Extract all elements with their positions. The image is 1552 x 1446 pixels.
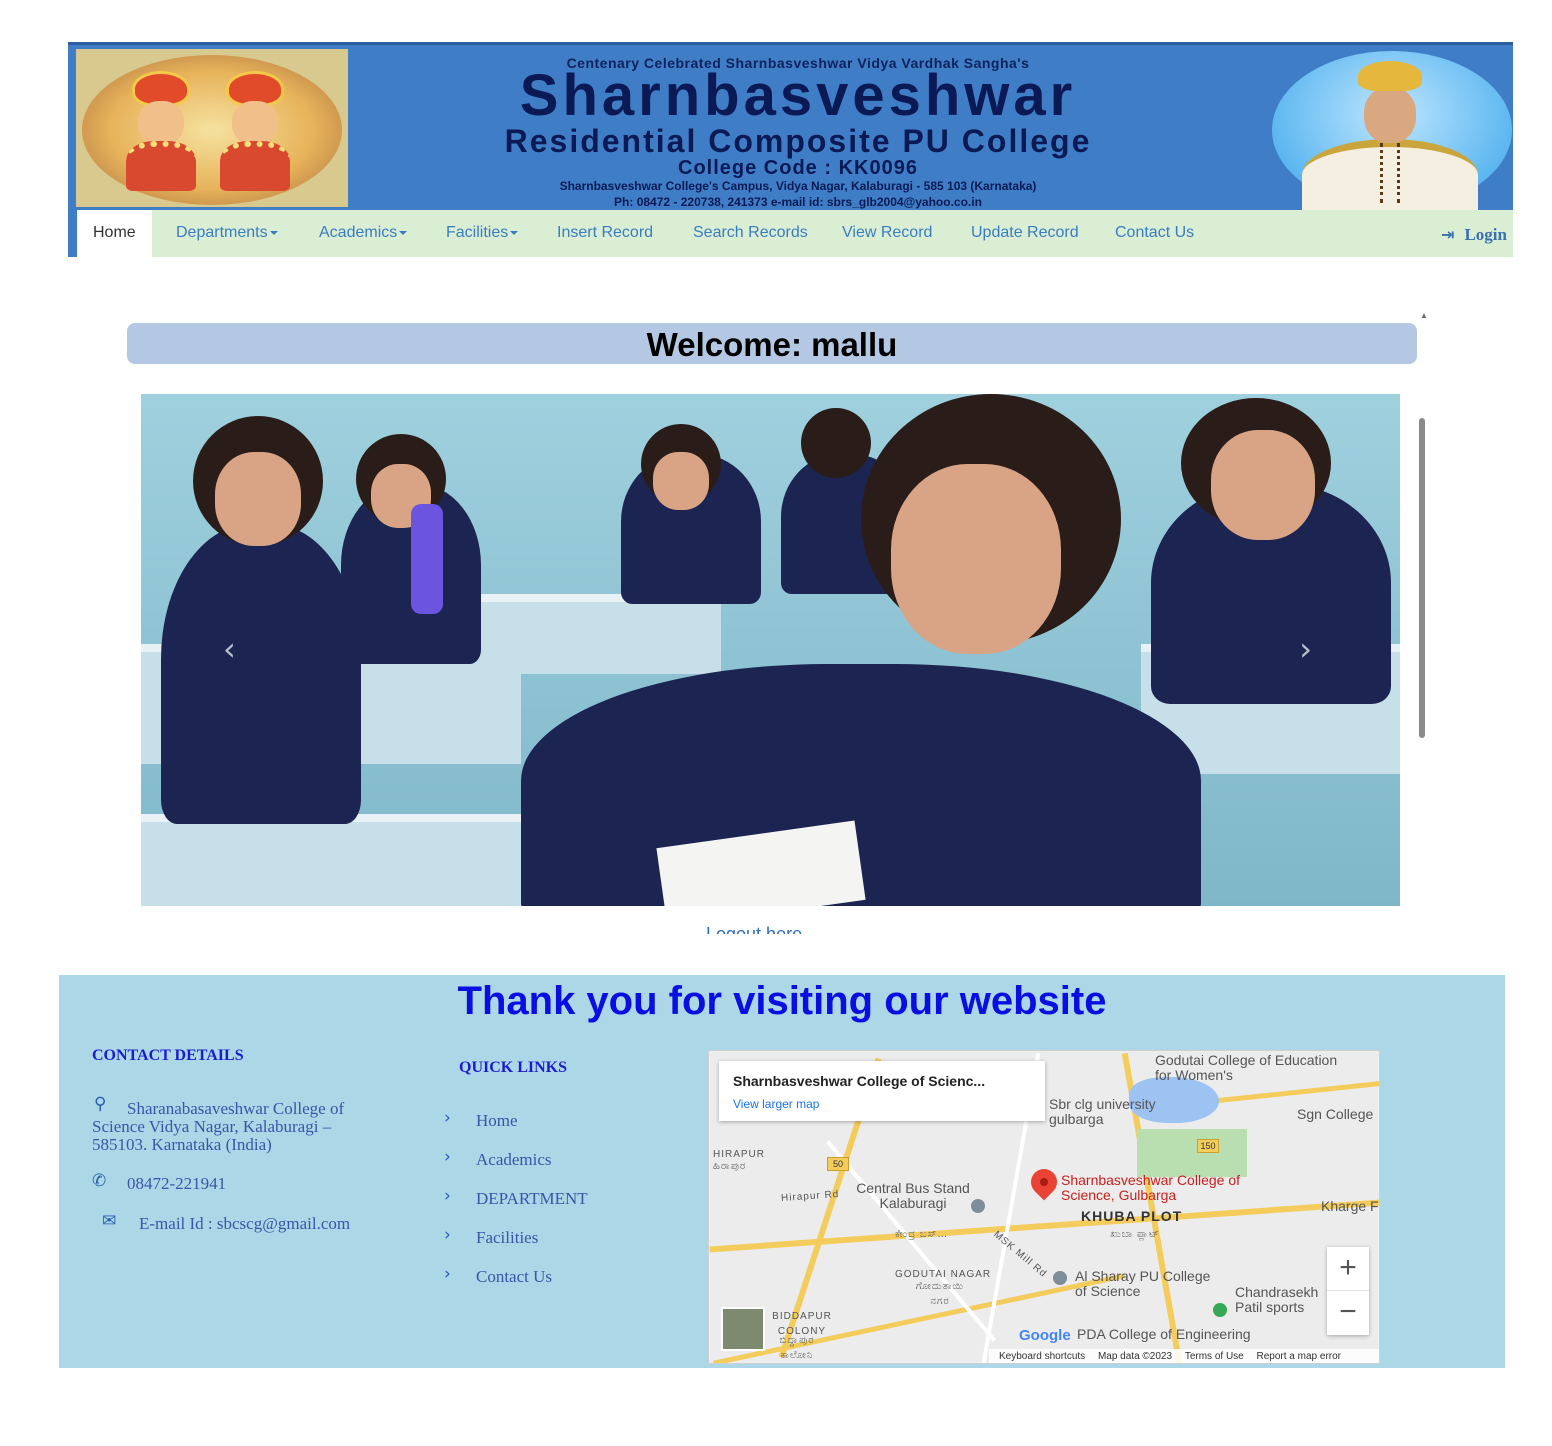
chevron-right-icon: › [444,1147,451,1167]
map-label-godutai-college: Godutai College of Education for Women's [1155,1052,1338,1083]
map-park [1137,1129,1247,1177]
address-line-2: Science Vidya Nagar, Kalaburagi – [92,1117,332,1136]
satellite-toggle-thumbnail[interactable] [721,1307,765,1351]
nav-departments-label: Departments [176,224,268,241]
zoom-out-button[interactable]: − [1327,1291,1369,1335]
scroll-up-arrow-icon[interactable]: ▲ [1420,311,1428,320]
report-map-error-link[interactable]: Report a map error [1257,1351,1341,1362]
login-label: Login [1464,225,1507,244]
email-address: E-mail Id : sbcscg@gmail.com [139,1214,351,1233]
chevron-right-icon: › [444,1264,451,1284]
nav-academics[interactable]: Academics [319,210,408,257]
contact-details-heading: CONTACT DETAILS [92,1047,244,1064]
chevron-right-icon: › [444,1108,451,1128]
location-marker-icon[interactable] [1025,1163,1063,1201]
banner-subtitle: Residential Composite PU College [504,123,1092,159]
header-banner: Centenary Celebrated Sharnbasveshwar Vid… [68,42,1513,213]
welcome-banner: Welcome: mallu [127,323,1417,364]
chevron-right-icon: › [444,1225,451,1245]
route-50-badge: 50 [827,1157,849,1171]
terms-of-use-link[interactable]: Terms of Use [1185,1351,1244,1362]
view-larger-map-link[interactable]: View larger map [733,1097,819,1111]
quick-link-home[interactable]: Home [476,1111,518,1131]
route-150-badge: 150 [1197,1139,1219,1153]
caret-down-icon [510,230,519,235]
login-icon: ⇥ [1441,225,1455,244]
nav-view-record[interactable]: View Record [842,210,932,257]
nav-home-label: Home [93,224,136,241]
keyboard-shortcuts-link[interactable]: Keyboard shortcuts [999,1351,1085,1362]
map-label-khuba-plot-kn: ಖುಬಾ ಪ್ಲಾಟ್ [1110,1229,1160,1240]
quick-link-academics[interactable]: Academics [476,1150,552,1170]
logout-link[interactable]: Logout here [706,920,846,934]
zoom-controls: + − [1327,1247,1369,1335]
map-label-hirapur-kn: ಹಿರಾಪುರ [713,1161,747,1172]
footer-thanks-heading: Thank you for visiting our website [457,979,1107,1023]
address-line-1: Sharanabasaveshwar College of [127,1099,345,1118]
quick-link-department[interactable]: DEPARTMENT [476,1189,588,1209]
sports-poi-icon[interactable] [1213,1303,1227,1317]
map-label-kharge: Kharge F [1321,1198,1379,1214]
map-label-biddapur-kn: ಬಿದ್ದಾಪುರ ಕಾಲೋನಿ [779,1335,815,1361]
nav-contact-us[interactable]: Contact Us [1115,210,1194,257]
bus-stand-poi-icon[interactable] [971,1199,985,1213]
nav-update-record[interactable]: Update Record [971,210,1079,257]
zoom-in-button[interactable]: + [1327,1247,1369,1291]
caret-down-icon [399,230,408,235]
map-label-sgn-college: Sgn College [1297,1106,1374,1122]
map-label-central-bus-kn: ಕೇಂದ್ರ ಬಸ್… [895,1229,949,1240]
quick-link-facilities[interactable]: Facilities [476,1228,538,1248]
map-label-khuba-plot: KHUBA PLOT [1081,1208,1183,1224]
college-code: College Code : KK0096 [678,157,918,179]
location-pin-icon: ⚲ [94,1094,107,1114]
nav-insert-record[interactable]: Insert Record [557,210,653,257]
nav-academics-label: Academics [319,224,398,241]
phone-number: 08472-221941 [127,1174,227,1193]
map-label-central-bus: Central Bus Stand Kalaburagi [856,1180,970,1211]
map-place-card: Sharnbasveshwar College of Scienc... Vie… [719,1061,1045,1121]
main-navbar: Home Departments Academics Facilities In… [68,210,1513,257]
map-label-godutai-nagar-kn: ಗೋದುತಾಯಿ ನಗರ [915,1281,965,1307]
scrollbar-thumb[interactable] [1419,418,1425,738]
nav-search-records[interactable]: Search Records [693,210,808,257]
banner-title: Sharnbasveshwar [519,63,1077,128]
caret-down-icon [269,230,278,235]
banner-address: Sharnbasveshwar College's Campus, Vidya … [559,179,1037,193]
map-label-pda-college: PDA College of Engineering [1077,1326,1251,1342]
login-link[interactable]: ⇥ Login [1441,210,1507,257]
email-icon: ✉ [102,1211,117,1231]
nav-facilities[interactable]: Facilities [446,210,519,257]
nav-home[interactable]: Home [77,210,152,257]
address-line-3: 585103. Karnataka (India) [92,1135,272,1154]
quick-link-contact-us[interactable]: Contact Us [476,1267,552,1287]
banner-text: Centenary Celebrated Sharnbasveshwar Vid… [358,45,1238,213]
map-place-title: Sharnbasveshwar College of Scienc... [733,1073,986,1089]
map-data-credit: Map data ©2023 [1097,1351,1173,1362]
phone-icon: ✆ [92,1171,107,1191]
map-label-al-sharay: Al Sharay PU College of Science [1075,1268,1211,1299]
banner-contact: Ph: 08472 - 220738, 241373 e-mail id: sb… [614,195,982,209]
image-carousel: ‹ › [141,394,1400,906]
carousel-next-icon[interactable]: › [1299,630,1312,668]
chevron-right-icon: › [444,1186,451,1206]
map-label-chandrasekhar: Chandrasekh Patil sports [1235,1284,1319,1315]
map-attribution-bar: Keyboard shortcuts Map data ©2023 Terms … [989,1349,1379,1363]
nav-departments[interactable]: Departments [176,210,278,257]
college-poi-icon[interactable] [1053,1271,1067,1285]
quick-links-heading: QUICK LINKS [459,1059,568,1076]
founder-portrait-image [1268,47,1513,211]
map-label-sbr-clg: Sbr clg university gulbarga [1049,1096,1156,1127]
map-label-marker-place: Sharnbasveshwar College of Science, Gulb… [1061,1172,1240,1203]
google-logo: Google [1019,1327,1071,1344]
google-map-embed[interactable]: 50 150 Sharnbasveshwar College of Scienc… [708,1050,1380,1364]
carousel-prev-icon[interactable]: ‹ [223,630,236,668]
nav-facilities-label: Facilities [446,224,509,241]
deity-logo-image [76,49,348,207]
